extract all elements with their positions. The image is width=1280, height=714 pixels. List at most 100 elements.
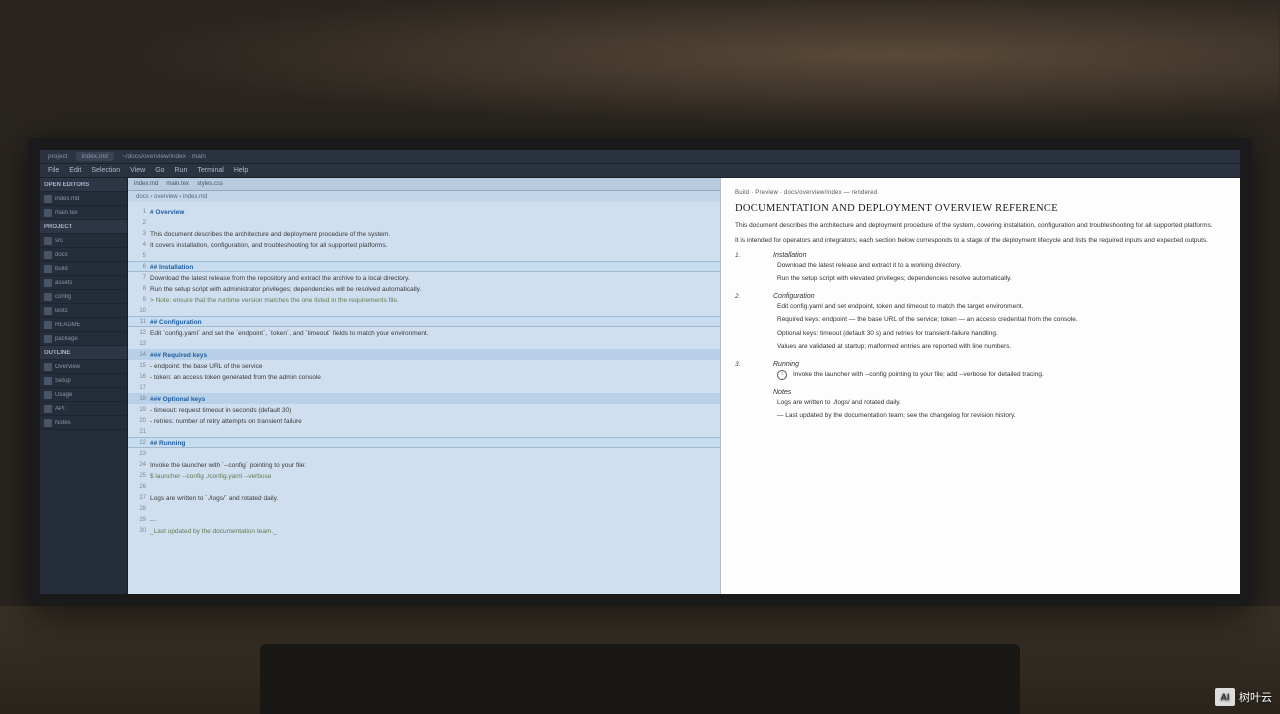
section-line: Values are validated at startup; malform… — [773, 342, 1226, 352]
folder-icon — [44, 293, 52, 301]
file-icon — [44, 335, 52, 343]
editor-tab[interactable]: index.md — [134, 181, 158, 187]
code-text: ## Running — [150, 439, 185, 447]
file-icon — [44, 195, 52, 203]
section-line: Edit config.yaml and set endpoint, token… — [773, 302, 1226, 312]
sidebar-item[interactable]: Usage — [40, 388, 127, 402]
heading-icon — [44, 405, 52, 413]
sidebar: OPEN EDITORS index.md main.tex PROJECT s… — [40, 178, 128, 594]
menu-go[interactable]: Go — [155, 167, 164, 174]
folder-icon — [44, 279, 52, 287]
code-line[interactable]: 15- endpoint: the base URL of the servic… — [128, 360, 720, 371]
monitor-frame: project index.md ~/docs/overview/index ·… — [28, 138, 1252, 606]
sidebar-item[interactable]: tests — [40, 304, 127, 318]
section-number: 3. — [735, 361, 763, 383]
titlebar-path: ~/docs/overview/index · main — [122, 153, 206, 160]
line-number: 7 — [134, 275, 150, 281]
code-line[interactable]: 7Download the latest release from the re… — [128, 272, 720, 283]
code-line[interactable]: 30_Last updated by the documentation tea… — [128, 525, 720, 536]
line-number: 20 — [134, 418, 150, 424]
code-line[interactable]: 25 $ launcher --config ./config.yaml --v… — [128, 470, 720, 481]
section-heading: Running — [773, 361, 1226, 368]
code-line[interactable]: 12Edit `config.yaml` and set the `endpoi… — [128, 327, 720, 338]
code-line[interactable]: 13 — [128, 338, 720, 349]
editor-body[interactable]: 1# Overview23This document describes the… — [128, 202, 720, 594]
code-line[interactable]: 10 — [128, 305, 720, 316]
code-text: - token: an access token generated from … — [150, 373, 321, 381]
code-line[interactable]: 24Invoke the launcher with `--config` po… — [128, 459, 720, 470]
code-line[interactable]: 19- timeout: request timeout in seconds … — [128, 404, 720, 415]
code-line[interactable]: 8Run the setup script with administrator… — [128, 283, 720, 294]
code-line[interactable]: 21 — [128, 426, 720, 437]
sidebar-item[interactable]: Overview — [40, 360, 127, 374]
code-line[interactable]: 28 — [128, 503, 720, 514]
editor-tab[interactable]: styles.css — [197, 181, 223, 187]
code-line[interactable]: 17 — [128, 382, 720, 393]
editor-tab[interactable]: main.tex — [166, 181, 189, 187]
code-line[interactable]: 23 — [128, 448, 720, 459]
line-number: 8 — [134, 286, 150, 292]
code-line[interactable]: 20- retries: number of retry attempts on… — [128, 415, 720, 426]
menu-view[interactable]: View — [130, 167, 145, 174]
code-line[interactable]: 2 — [128, 217, 720, 228]
code-line[interactable]: 26 — [128, 481, 720, 492]
code-line[interactable]: 11## Configuration — [128, 316, 720, 327]
preview-paragraph: It is intended for operators and integra… — [735, 236, 1226, 246]
sidebar-item[interactable]: main.tex — [40, 206, 127, 220]
line-number: 16 — [134, 374, 150, 380]
code-line[interactable]: 22## Running — [128, 437, 720, 448]
code-line[interactable]: 9> Note: ensure that the runtime version… — [128, 294, 720, 305]
line-number: 26 — [134, 484, 150, 490]
sidebar-item[interactable]: Notes — [40, 416, 127, 430]
heading-icon — [44, 377, 52, 385]
sidebar-item[interactable]: index.md — [40, 192, 127, 206]
sidebar-item[interactable]: API — [40, 402, 127, 416]
line-number: 10 — [134, 308, 150, 314]
sidebar-group-project[interactable]: PROJECT — [40, 220, 127, 234]
menu-help[interactable]: Help — [234, 167, 248, 174]
code-line[interactable]: 4It covers installation, configuration, … — [128, 239, 720, 250]
menu-selection[interactable]: Selection — [91, 167, 120, 174]
line-number: 17 — [134, 385, 150, 391]
sidebar-item[interactable]: package — [40, 332, 127, 346]
code-text: ### Optional keys — [150, 395, 205, 403]
code-line[interactable]: 5 — [128, 250, 720, 261]
code-text: ## Configuration — [150, 318, 202, 326]
sidebar-item[interactable]: build — [40, 262, 127, 276]
code-line[interactable]: 14### Required keys — [128, 349, 720, 360]
code-line[interactable]: 27Logs are written to `./logs/` and rota… — [128, 492, 720, 503]
menu-file[interactable]: File — [48, 167, 59, 174]
menu-run[interactable]: Run — [175, 167, 188, 174]
code-line[interactable]: 18### Optional keys — [128, 393, 720, 404]
preview-section: 3.RunningiInvoke the launcher with --con… — [735, 361, 1226, 383]
section-number: 2. — [735, 293, 763, 354]
line-number: 9 — [134, 297, 150, 303]
code-line[interactable]: 16- token: an access token generated fro… — [128, 371, 720, 382]
code-line[interactable]: 29--- — [128, 514, 720, 525]
sidebar-item[interactable]: src — [40, 234, 127, 248]
code-text: - timeout: request timeout in seconds (d… — [150, 406, 291, 414]
code-line[interactable]: 3This document describes the architectur… — [128, 228, 720, 239]
menu-terminal[interactable]: Terminal — [197, 167, 223, 174]
line-number: 19 — [134, 407, 150, 413]
code-text: Edit `config.yaml` and set the `endpoint… — [150, 329, 429, 337]
code-line[interactable]: 6## Installation — [128, 261, 720, 272]
editor-tabs: index.md main.tex styles.css — [128, 178, 720, 191]
code-text: ## Installation — [150, 263, 193, 271]
sidebar-item[interactable]: config — [40, 290, 127, 304]
menu-edit[interactable]: Edit — [69, 167, 81, 174]
sidebar-item[interactable]: docs — [40, 248, 127, 262]
sidebar-item[interactable]: assets — [40, 276, 127, 290]
preview-section: 2.ConfigurationEdit config.yaml and set … — [735, 293, 1226, 354]
breadcrumb[interactable]: docs › overview › index.md — [128, 191, 720, 202]
sidebar-item[interactable]: README — [40, 318, 127, 332]
line-number: 6 — [134, 264, 150, 270]
code-text: Run the setup script with administrator … — [150, 285, 421, 293]
sidebar-item[interactable]: Setup — [40, 374, 127, 388]
sidebar-group-open-editors[interactable]: OPEN EDITORS — [40, 178, 127, 192]
code-line[interactable]: 1# Overview — [128, 206, 720, 217]
code-text: It covers installation, configuration, a… — [150, 241, 387, 249]
sidebar-group-outline[interactable]: OUTLINE — [40, 346, 127, 360]
active-file-tab[interactable]: index.md — [76, 152, 114, 161]
preview-pane: Build · Preview · docs/overview/index — … — [720, 178, 1240, 594]
